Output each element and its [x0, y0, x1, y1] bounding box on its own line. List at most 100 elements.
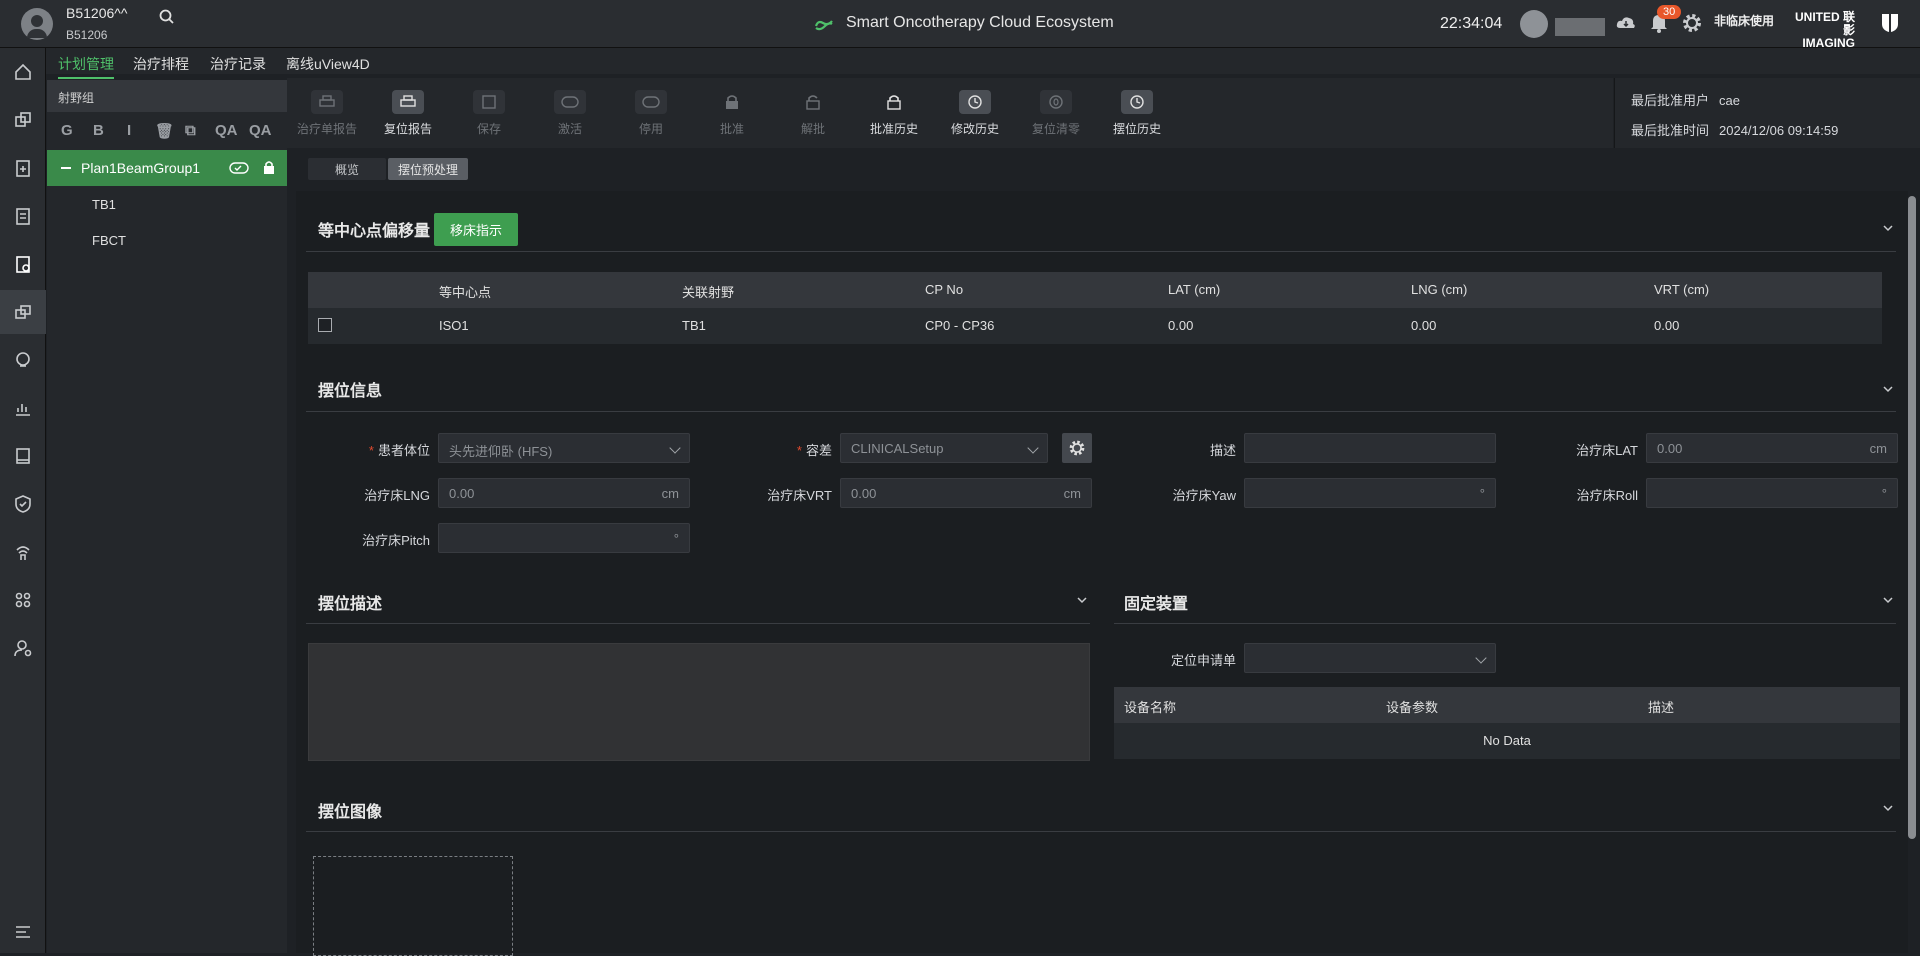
settings-gear-icon[interactable] [1681, 12, 1703, 34]
tolerance-select[interactable]: CLINICALSetup [840, 433, 1048, 463]
plan-management-icon[interactable] [13, 254, 33, 274]
lock-icon [264, 161, 274, 174]
save-button[interactable]: 保存 [449, 78, 529, 148]
approve-button[interactable]: 批准 [692, 78, 772, 148]
layers-icon[interactable] [13, 302, 33, 322]
shield-check-icon[interactable] [13, 494, 33, 514]
collapse-icon[interactable] [61, 167, 71, 169]
treatment-report-button[interactable]: 治疗单报告 [287, 78, 367, 148]
location-request-select[interactable] [1244, 643, 1496, 673]
image-upload-area[interactable] [313, 856, 513, 956]
couch-lng-label: 治疗床LNG [364, 488, 430, 503]
notification-badge: 30 [1657, 5, 1682, 19]
chevron-down-icon[interactable] [1883, 384, 1893, 394]
col-description: 描述 [1648, 700, 1675, 715]
patient-head-icon[interactable] [13, 350, 33, 370]
modify-history-button[interactable]: 修改历史 [935, 78, 1015, 148]
setup-description-title: 摆位描述 [318, 596, 383, 613]
lock-history-icon [878, 90, 910, 114]
brand-mark-icon [1882, 14, 1898, 32]
setup-images-title: 摆位图像 [318, 804, 383, 821]
duplicate-icon[interactable]: ⧉ [185, 122, 196, 139]
user-name-redacted [1555, 18, 1605, 36]
chevron-down-icon[interactable] [1883, 223, 1893, 233]
couch-lat-input[interactable]: 0.00 cm [1646, 433, 1898, 463]
clipboard-list-icon[interactable] [13, 206, 33, 226]
user-settings-icon[interactable] [13, 638, 33, 658]
couch-yaw-input[interactable]: ° [1244, 478, 1496, 508]
qa-button[interactable]: QA [215, 122, 238, 139]
deactivate-button[interactable]: 停用 [611, 78, 691, 148]
toggle-icon [229, 162, 249, 174]
patient-avatar[interactable] [21, 8, 53, 40]
modify-history-label: 修改历史 [950, 122, 999, 136]
patient-position-label-text: 患者体位 [377, 443, 430, 458]
fixation-empty-row: No Data [1114, 723, 1900, 759]
couch-yaw-label: 治疗床Yaw [1172, 488, 1236, 503]
tab-offline-uview4d[interactable]: 离线uView4D [286, 54, 370, 74]
tolerance-settings-button[interactable] [1062, 433, 1092, 463]
patient-position-label: * 患者体位 [368, 443, 430, 458]
chevron-down-icon[interactable] [1883, 595, 1893, 605]
reset-zero-label: 复位清零 [1031, 122, 1080, 136]
patient-position-select[interactable]: 头先进仰卧 (HFS) [438, 433, 690, 463]
chart-icon[interactable] [13, 398, 33, 418]
row-checkbox[interactable] [318, 318, 332, 332]
add-beam-button[interactable]: B [93, 122, 104, 139]
approval-history-button[interactable]: 批准历史 [854, 78, 934, 148]
unlock-icon [797, 90, 829, 114]
chevron-down-icon[interactable] [1077, 595, 1087, 605]
setup-report-button[interactable]: 复位报告 [368, 78, 448, 148]
unit-degree: ° [1479, 486, 1485, 501]
couch-pitch-input[interactable]: ° [438, 523, 690, 553]
couch-lng-input[interactable]: 0.00 cm [438, 478, 690, 508]
couch-roll-input[interactable]: ° [1646, 478, 1898, 508]
col-lat: LAT (cm) [1168, 282, 1221, 297]
col-device-params: 设备参数 [1386, 700, 1439, 715]
user-avatar[interactable] [1520, 10, 1548, 38]
couch-vrt-input[interactable]: 0.00 cm [840, 478, 1092, 508]
treatment-report-label: 治疗单报告 [296, 122, 357, 136]
patient-name: B51206^^ [66, 5, 128, 21]
divider [1114, 623, 1896, 624]
add-group-button[interactable]: G [61, 122, 73, 139]
clipboard-plus-icon[interactable] [13, 158, 33, 178]
couch-move-button[interactable]: 移床指示 [434, 213, 519, 246]
delete-icon[interactable]: 🗑 [155, 122, 174, 140]
menu-collapse-icon[interactable] [13, 922, 33, 942]
activate-button[interactable]: 激活 [530, 78, 610, 148]
subtab-setup-preprocess[interactable]: 摆位预处理 [388, 158, 469, 180]
command-icon[interactable] [13, 590, 33, 610]
col-lng: LNG (cm) [1411, 282, 1468, 297]
last-approver-value: cae [1719, 93, 1740, 108]
content-scrollbar[interactable] [1908, 196, 1916, 839]
tree-item-tb1[interactable]: TB1 [92, 197, 116, 212]
chevron-down-icon[interactable] [1883, 803, 1893, 813]
tree-item-selected[interactable]: Plan1BeamGroup1 [47, 150, 287, 186]
add-image-button[interactable]: I [127, 122, 131, 139]
signal-icon[interactable] [13, 542, 33, 562]
setup-description-textarea[interactable] [308, 643, 1090, 761]
qa-button-2[interactable]: QA [249, 122, 272, 139]
description-input[interactable] [1244, 433, 1496, 463]
unapprove-button[interactable]: 解批 [773, 78, 853, 148]
approve-label: 批准 [719, 122, 744, 136]
search-icon[interactable] [158, 8, 176, 26]
tab-plan-management[interactable]: 计划管理 [58, 54, 114, 79]
report-icon[interactable] [13, 446, 33, 466]
cell-cp: CP0 - CP36 [925, 318, 995, 333]
tab-treatment-records[interactable]: 治疗记录 [210, 54, 266, 74]
toolbar: 治疗单报告 复位报告 保存 激活 停用 批准 解批 批准历史 修改历史 复位清零… [287, 78, 1613, 148]
cell-lng: 0.00 [1411, 318, 1437, 333]
unit-degree: ° [1881, 486, 1887, 501]
setup-history-button[interactable]: 摆位历史 [1097, 78, 1177, 148]
home-icon[interactable] [13, 62, 33, 82]
copy-icon[interactable] [13, 110, 33, 130]
table-row[interactable]: ISO1 TB1 CP0 - CP36 0.00 0.00 0.00 [308, 308, 1882, 344]
tree-item-fbct[interactable]: FBCT [92, 233, 126, 248]
reset-zero-button[interactable]: 复位清零 [1016, 78, 1096, 148]
tab-treatment-schedule[interactable]: 治疗排程 [133, 54, 189, 74]
subtab-overview[interactable]: 概览 [308, 158, 386, 180]
gear-icon [1069, 440, 1085, 456]
cloud-sync-icon[interactable] [1615, 14, 1637, 32]
